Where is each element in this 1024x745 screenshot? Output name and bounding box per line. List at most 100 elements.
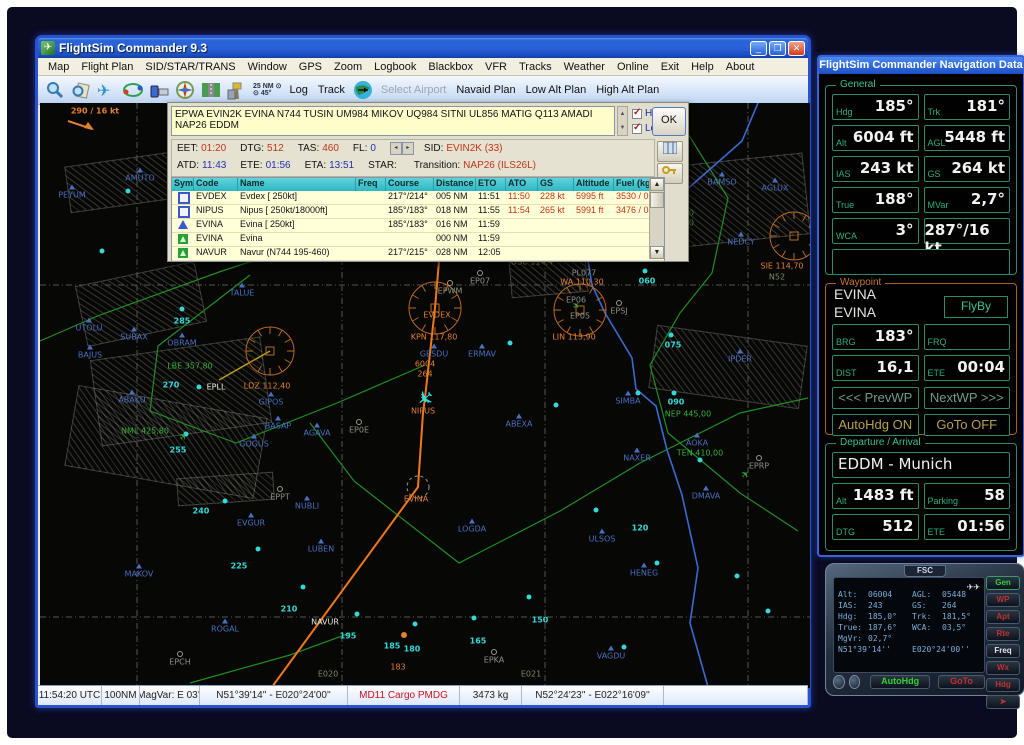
route-loop-icon[interactable] [121,79,145,101]
scroll-up-icon[interactable]: ▲ [650,178,664,191]
table-row[interactable]: EVINAEvina [ 250kt]185°/183°016 NM11:59 [172,219,664,233]
route-scroll[interactable]: ▲▼ [617,106,628,136]
column-header[interactable]: ETO [476,178,506,191]
table-row[interactable]: NIPUSNipus [ 250kt/18000ft]185°/183°018 … [172,205,664,219]
menu-item-weather[interactable]: Weather [558,61,611,73]
nav-field-wind: 287°/16 kt [924,218,1011,244]
fsc-goto-button[interactable]: GoTo [938,675,985,689]
table-view-button[interactable] [657,141,683,162]
maximize-button[interactable]: ❐ [769,41,786,56]
menu-item-about[interactable]: About [720,61,761,73]
menu-item-sid-star-trans[interactable]: SID/STAR/TRANS [139,61,241,73]
waypoint-dot [698,458,703,463]
menu-item-blackbox[interactable]: Blackbox [422,61,479,73]
map-label-ermav: ERMAV [468,350,496,359]
flyby-button[interactable]: FlyBy [944,296,1008,318]
fsc-apt-button[interactable]: Apt [986,610,1020,624]
map-label-gipos: GIPOS [259,398,284,407]
autohdg-on-button[interactable]: AutoHdg ON [832,414,919,436]
menu-item-zoom[interactable]: Zoom [328,61,368,73]
fsc-wx-button[interactable]: Wx [986,661,1020,675]
tower-icon[interactable] [225,79,249,101]
menu-item-tracks[interactable]: Tracks [513,61,558,73]
nav-panel-title[interactable]: FlightSim Commander Navigation Data [819,57,1023,74]
menu-item-logbook[interactable]: Logbook [368,61,422,73]
table-cell: Nipus [ 250kt/18000ft] [238,205,356,218]
navaid-plan-button[interactable]: Navaid Plan [456,84,515,96]
minimize-button[interactable]: _ [750,41,767,56]
menu-item-gps[interactable]: GPS [293,61,328,73]
fsc-autohdg-button[interactable]: AutoHdg [870,675,930,689]
compass-icon[interactable] [173,79,197,101]
column-header[interactable]: ATO [506,178,538,191]
table-row[interactable]: EVDEXEvdex [ 250kt]217°/214°005 NM11:511… [172,191,664,205]
close-button[interactable]: ✕ [788,41,805,56]
zoom-range-indicator[interactable]: 25 NM ⊙ ⊙ 45° [253,83,281,97]
column-header[interactable]: Course [386,178,434,191]
fsc-knob-left[interactable] [833,675,845,689]
prevwp-button[interactable]: <<< PrevWP [832,387,919,409]
map-search-icon[interactable] [43,79,67,101]
menu-item-window[interactable]: Window [242,61,293,73]
spinner-right-icon[interactable]: ▸ [402,142,414,155]
column-header[interactable]: GS [538,178,574,191]
plan-search-icon[interactable] [69,79,93,101]
goto-off-button[interactable]: GoTo OFF [924,414,1011,436]
fuel-icon[interactable] [147,79,171,101]
globe-icon[interactable] [351,79,375,101]
table-row[interactable]: NAVURNavur (N744 195-460)217°/215°028 NM… [172,247,664,261]
runway-icon[interactable] [199,79,223,101]
fsc-freq-button[interactable]: Freq [986,644,1020,658]
fsc-knob-right[interactable] [849,675,861,689]
column-header[interactable]: Name [238,178,356,191]
column-header[interactable]: Code [194,178,238,191]
table-scrollbar[interactable]: ▲ ▼ [649,178,664,259]
route-input[interactable]: EPWA EVIN2K EVINA N744 TUSIN UM984 MIKOV… [171,106,615,136]
table-cell: 217°/214° [386,191,434,204]
waypoint-symbol-cell [172,191,194,204]
menu-item-map[interactable]: Map [42,61,75,73]
main-titlebar[interactable]: ✈ FlightSim Commander 9.3 _ ❐ ✕ [38,38,808,58]
menu-item-flight-plan[interactable]: Flight Plan [75,61,139,73]
fsc-gen-button[interactable]: Gen [986,576,1020,590]
menu-item-vfr[interactable]: VFR [479,61,513,73]
high-checkbox[interactable] [632,109,642,119]
ok-button[interactable]: OK [652,107,686,136]
map-label-n52: N52 [769,273,785,282]
track-button[interactable]: Track [318,84,345,96]
map-label-183: 183 [390,663,405,672]
column-header[interactable]: Freq [356,178,386,191]
menu-item-exit[interactable]: Exit [655,61,685,73]
aircraft-icon[interactable]: ✈ [95,79,119,101]
fsc-arrow-button[interactable]: ➤ [986,695,1020,709]
column-header[interactable]: Sym [172,178,194,191]
low-checkbox[interactable] [632,124,642,134]
spinner-left-icon[interactable]: ◂ [390,142,402,155]
table-row[interactable]: EVINAEvina000 NM11:59 [172,233,664,247]
nextwp-button[interactable]: NextWP >>> [924,387,1011,409]
info-label: EET: [177,143,198,154]
table-cell: 11:54 [506,205,538,218]
nav-field-brg: BRG183° [832,324,919,350]
scroll-thumb[interactable] [650,192,664,208]
map-label-165: 165 [470,637,487,646]
high-alt-plan-button[interactable]: High Alt Plan [596,84,659,96]
fsc-wp-button[interactable]: WP [986,593,1020,607]
column-header[interactable]: Altitude [574,178,614,191]
fsc-hdg-button[interactable]: Hdg [986,678,1020,692]
log-button[interactable]: Log [289,84,307,96]
waypoint-symbol-icon [178,248,188,258]
vor-tick [782,215,786,221]
waypoint-dot [197,385,202,390]
table-cell: Evina [238,233,356,246]
map-label-basap: BASAP [265,422,291,431]
menu-item-online[interactable]: Online [611,61,655,73]
menu-item-help[interactable]: Help [685,61,720,73]
fl-spinner[interactable]: ◂▸ [390,142,414,155]
fsc-rte-button[interactable]: Rte [986,627,1020,641]
column-header[interactable]: Distance [434,178,476,191]
waypoint-symbol-cell [172,247,194,260]
waypoint-triangle-icon [318,539,324,544]
scroll-down-icon[interactable]: ▼ [650,246,664,259]
low-alt-plan-button[interactable]: Low Alt Plan [526,84,587,96]
